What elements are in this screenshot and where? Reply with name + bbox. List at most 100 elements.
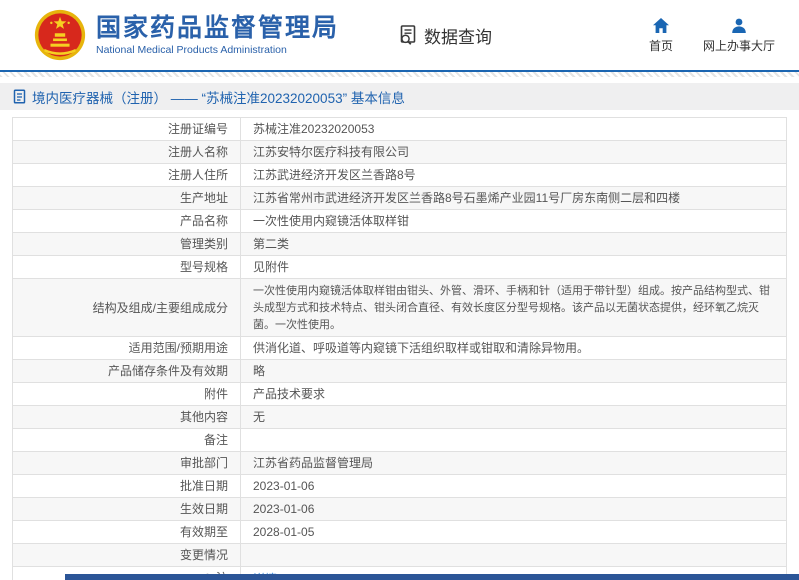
document-search-icon bbox=[400, 25, 416, 45]
row-value: 产品技术要求 bbox=[253, 387, 326, 401]
top-nav: 首页 网上办事大厅 bbox=[649, 17, 799, 54]
row-value: 2023-01-06 bbox=[253, 502, 315, 516]
nmpa-logo-link[interactable]: 国家药品监督管理局 National Medical Products Admi… bbox=[34, 9, 339, 61]
table-row: 生效日期 2023-01-06 bbox=[12, 497, 787, 521]
table-row: 有效期至 2028-01-05 bbox=[12, 520, 787, 544]
row-label-cell: 适用范围/预期用途 bbox=[12, 336, 241, 360]
row-label: 型号规格 bbox=[179, 260, 228, 274]
page: 国家药品监督管理局 National Medical Products Admi… bbox=[0, 0, 799, 580]
row-value-cell: 见附件 bbox=[240, 255, 787, 279]
row-value-cell: 一次性使用内窥镜活体取样钳由钳头、外管、滑环、手柄和针（适用于带针型）组成。按产… bbox=[240, 278, 787, 337]
row-label-cell: 有效期至 bbox=[12, 520, 241, 544]
row-label-cell: 结构及组成/主要组成成分 bbox=[12, 278, 241, 337]
row-label: 结构及组成/主要组成成分 bbox=[92, 300, 228, 315]
row-value: 一次性使用内窥镜活体取样钳 bbox=[253, 214, 410, 228]
row-value-cell: 江苏安特尔医疗科技有限公司 bbox=[240, 140, 787, 164]
row-label: 批准日期 bbox=[179, 479, 228, 493]
table-row: 变更情况 bbox=[12, 543, 787, 567]
data-query-label: 数据查询 bbox=[424, 27, 493, 47]
document-icon bbox=[13, 89, 26, 104]
row-label: 产品储存条件及有效期 bbox=[107, 364, 228, 378]
nav-item-label: 首页 bbox=[648, 38, 673, 53]
nav-item-home[interactable]: 首页 bbox=[649, 17, 673, 54]
table-row: 注册人住所 江苏武进经济开发区兰香路8号 bbox=[12, 163, 787, 187]
row-value: 苏械注准20232020053 bbox=[253, 122, 375, 136]
row-label: 有效期至 bbox=[179, 525, 228, 539]
top-header: 国家药品监督管理局 National Medical Products Admi… bbox=[0, 0, 799, 70]
row-value-cell: 2023-01-06 bbox=[240, 497, 787, 521]
row-label: 注册证编号 bbox=[167, 122, 228, 136]
row-label: 生产地址 bbox=[179, 191, 228, 205]
table-row: 附件 产品技术要求 bbox=[12, 382, 787, 406]
org-names: 国家药品监督管理局 National Medical Products Admi… bbox=[96, 14, 339, 56]
row-label-cell: 产品名称 bbox=[12, 209, 241, 233]
row-label: 产品名称 bbox=[179, 214, 228, 228]
page-title: 境内医疗器械（注册） —— “苏械注准20232020053” 基本信息 bbox=[32, 90, 405, 106]
table-row: 管理类别 第二类 bbox=[12, 232, 787, 256]
row-label-cell: 变更情况 bbox=[12, 543, 241, 567]
registration-info-table: 注册证编号 苏械注准20232020053 注册人名称 江苏安特尔医疗科技有限公司 注册… bbox=[12, 117, 787, 580]
hatch-band bbox=[0, 72, 799, 77]
row-value-cell: 产品技术要求 bbox=[240, 382, 787, 406]
row-value-cell: 无 bbox=[240, 405, 787, 429]
row-label: 其他内容 bbox=[179, 410, 228, 424]
row-label-cell: 注册人住所 bbox=[12, 163, 241, 187]
row-label: 附件 bbox=[203, 387, 228, 401]
table-row: 注册人名称 江苏安特尔医疗科技有限公司 bbox=[12, 140, 787, 164]
org-name-cn: 国家药品监督管理局 bbox=[96, 14, 340, 42]
row-value-cell: 2023-01-06 bbox=[240, 474, 787, 498]
row-label-cell: 注册证编号 bbox=[12, 117, 241, 141]
row-value: 2023-01-06 bbox=[253, 479, 315, 493]
row-label-cell: 注册人名称 bbox=[12, 140, 241, 164]
table-row: 生产地址 江苏省常州市武进经济开发区兰香路8号石墨烯产业园11号厂房东南侧二层和四… bbox=[12, 186, 787, 210]
org-name-en: National Medical Products Administration bbox=[96, 44, 287, 56]
row-value: 江苏省常州市武进经济开发区兰香路8号石墨烯产业园11号厂房东南侧二层和四楼 bbox=[253, 191, 681, 205]
national-emblem-icon bbox=[34, 9, 86, 61]
row-value: 江苏武进经济开发区兰香路8号 bbox=[253, 168, 416, 182]
row-value: 第二类 bbox=[253, 237, 290, 251]
table-row: 注册证编号 苏械注准20232020053 bbox=[12, 117, 787, 141]
row-value-cell: 江苏武进经济开发区兰香路8号 bbox=[240, 163, 787, 187]
row-label: 注册人住所 bbox=[167, 168, 228, 182]
row-value-cell: 一次性使用内窥镜活体取样钳 bbox=[240, 209, 787, 233]
table-row: 批准日期 2023-01-06 bbox=[12, 474, 787, 498]
table-row: 其他内容 无 bbox=[12, 405, 787, 429]
row-value-cell: 第二类 bbox=[240, 232, 787, 256]
row-label: 变更情况 bbox=[179, 548, 228, 562]
row-label: 生效日期 bbox=[179, 502, 228, 516]
row-value: 无 bbox=[253, 410, 266, 424]
row-value-cell bbox=[240, 543, 787, 567]
row-label-cell: 备注 bbox=[12, 428, 241, 452]
table-row: 审批部门 江苏省药品监督管理局 bbox=[12, 451, 787, 475]
row-label: 注册人名称 bbox=[167, 145, 228, 159]
breadcrumb: 境内医疗器械（注册） —— “苏械注准20232020053” 基本信息 bbox=[0, 83, 799, 110]
home-icon bbox=[652, 17, 669, 33]
row-label-cell: 产品储存条件及有效期 bbox=[12, 359, 241, 383]
row-label: 管理类别 bbox=[179, 237, 228, 251]
row-label-cell: 管理类别 bbox=[12, 232, 241, 256]
row-value: 一次性使用内窥镜活体取样钳由钳头、外管、滑环、手柄和针（适用于带针型）组成。按产… bbox=[253, 285, 770, 331]
row-label-cell: 生效日期 bbox=[12, 497, 241, 521]
row-value: 见附件 bbox=[253, 260, 290, 274]
row-value: 江苏省药品监督管理局 bbox=[253, 456, 374, 470]
info-table-body: 注册证编号 苏械注准20232020053 注册人名称 江苏安特尔医疗科技有限公司 注册… bbox=[12, 117, 787, 580]
row-label-cell: 型号规格 bbox=[12, 255, 241, 279]
row-label: 适用范围/预期用途 bbox=[128, 341, 228, 355]
row-value-cell bbox=[240, 428, 787, 452]
row-label-cell: 生产地址 bbox=[12, 186, 241, 210]
row-value-cell: 2028-01-05 bbox=[240, 520, 787, 544]
table-row: 结构及组成/主要组成成分 一次性使用内窥镜活体取样钳由钳头、外管、滑环、手柄和针（… bbox=[12, 278, 787, 337]
data-query-link[interactable]: 数据查询 bbox=[397, 23, 492, 48]
row-value-cell: 江苏省药品监督管理局 bbox=[240, 451, 787, 475]
row-value-cell: 略 bbox=[240, 359, 787, 383]
row-value: 2028-01-05 bbox=[253, 525, 315, 539]
row-label: 审批部门 bbox=[179, 456, 228, 470]
row-label-cell: 批准日期 bbox=[12, 474, 241, 498]
table-row: 型号规格 见附件 bbox=[12, 255, 787, 279]
person-icon bbox=[732, 18, 746, 33]
nav-item-service-hall[interactable]: 网上办事大厅 bbox=[703, 17, 775, 54]
row-value-cell: 江苏省常州市武进经济开发区兰香路8号石墨烯产业园11号厂房东南侧二层和四楼 bbox=[240, 186, 787, 210]
nav-item-label: 网上办事大厅 bbox=[702, 38, 775, 53]
row-value: 江苏安特尔医疗科技有限公司 bbox=[253, 145, 410, 159]
table-row: 产品储存条件及有效期 略 bbox=[12, 359, 787, 383]
